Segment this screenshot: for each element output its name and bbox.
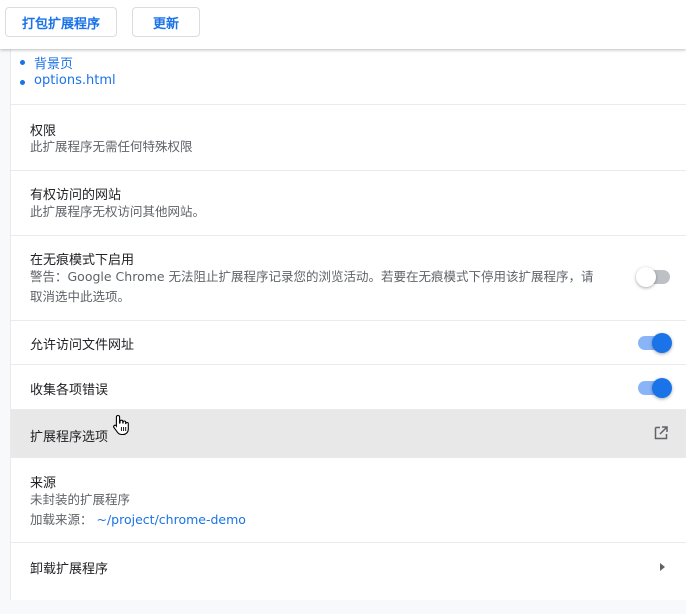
source-load-label: 加载来源：: [30, 512, 93, 527]
extension-options-title: 扩展程序选项: [30, 430, 109, 445]
options-page-link[interactable]: options.html: [20, 73, 116, 88]
toolbar: 打包扩展程序 更新: [0, 0, 686, 49]
toggle-knob: [636, 267, 656, 287]
extension-details-card: 背景页 options.html 权限 此扩展程序无需任何特殊权限 有权访问的网…: [10, 49, 686, 600]
file-access-section: 允许访问文件网址: [11, 320, 686, 364]
source-title: 来源: [30, 476, 57, 491]
site-access-section: 有权访问的网站 此扩展程序无权访问其他网站。: [11, 170, 686, 235]
incognito-section: 在无痕模式下启用 警告：Google Chrome 无法阻止扩展程序记录您的浏览…: [11, 235, 686, 320]
site-access-desc: 此扩展程序无权访问其他网站。: [30, 204, 206, 219]
file-access-toggle[interactable]: [638, 333, 672, 353]
inspect-views: 背景页 options.html: [11, 49, 686, 104]
source-section: 来源 未封装的扩展程序 加载来源： ~/project/chrome-demo: [11, 457, 686, 542]
collect-errors-toggle[interactable]: [638, 378, 672, 398]
permissions-desc: 此扩展程序无需任何特殊权限: [30, 139, 193, 154]
file-access-title: 允许访问文件网址: [30, 338, 135, 353]
arrow-right-icon: [660, 563, 665, 571]
pack-extension-button[interactable]: 打包扩展程序: [5, 7, 117, 37]
incognito-toggle[interactable]: [636, 267, 670, 287]
toggle-knob: [652, 333, 672, 353]
collect-errors-section: 收集各项错误: [11, 364, 686, 409]
permissions-section: 权限 此扩展程序无需任何特殊权限: [11, 104, 686, 170]
incognito-warning-line2: 取消选中此选项。: [30, 289, 131, 304]
collect-errors-title: 收集各项错误: [30, 383, 109, 398]
toggle-knob: [652, 378, 672, 398]
update-button[interactable]: 更新: [132, 7, 200, 37]
source-load-line: 加载来源： ~/project/chrome-demo: [30, 510, 246, 530]
remove-extension-title: 卸载扩展程序: [30, 562, 109, 577]
remove-extension-row[interactable]: 卸载扩展程序: [11, 542, 686, 590]
site-access-title: 有权访问的网站: [30, 188, 122, 203]
source-path-link[interactable]: ~/project/chrome-demo: [97, 512, 246, 527]
incognito-title: 在无痕模式下启用: [30, 253, 135, 268]
open-in-new-icon[interactable]: [653, 425, 669, 441]
incognito-warning-line1: 警告：Google Chrome 无法阻止扩展程序记录您的浏览活动。若要在无痕模…: [30, 269, 594, 284]
hand-cursor-icon: [113, 414, 129, 436]
background-page-link[interactable]: 背景页: [19, 53, 73, 72]
source-desc: 未封装的扩展程序: [30, 492, 131, 507]
